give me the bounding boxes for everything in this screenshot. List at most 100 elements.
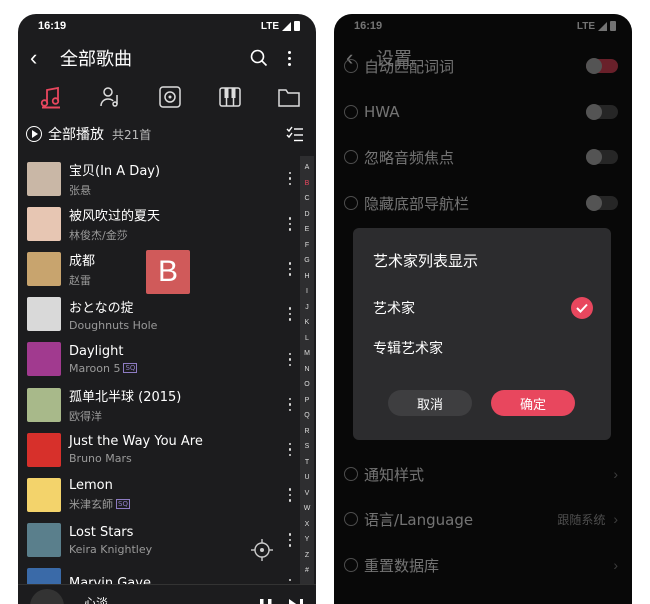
song-artist: 林俊杰/金莎 <box>69 228 128 242</box>
index-letter[interactable]: Z <box>305 548 309 564</box>
index-letter[interactable]: S <box>305 439 310 455</box>
more-vert-icon <box>288 352 292 367</box>
cancel-button[interactable]: 取消 <box>388 390 472 416</box>
song-artist: 张悬 <box>69 183 91 197</box>
index-letter[interactable]: Q <box>304 408 309 424</box>
mini-player[interactable]: 心淡 <box>18 584 316 604</box>
index-letter[interactable]: K <box>305 315 310 331</box>
section-letter-popup: B <box>146 250 190 294</box>
song-more-button[interactable] <box>282 488 298 502</box>
tab-artists[interactable] <box>98 84 124 110</box>
song-artist: 赵雷 <box>69 273 91 287</box>
index-letter[interactable]: # <box>305 563 309 579</box>
search-button[interactable] <box>244 49 274 67</box>
piano-icon <box>218 87 241 107</box>
album-cover <box>27 432 61 467</box>
song-title: おとなの掟 <box>69 300 134 316</box>
index-letter[interactable]: F <box>305 238 309 254</box>
mini-player-title: 心淡 <box>84 596 109 604</box>
album-cover <box>27 477 61 512</box>
index-letter[interactable]: E <box>305 222 310 238</box>
album-cover <box>27 342 61 377</box>
search-icon <box>250 49 268 67</box>
network-label: LTE <box>260 20 279 32</box>
tab-folders[interactable] <box>276 84 302 110</box>
song-more-button[interactable] <box>282 533 298 547</box>
play-all-bar[interactable]: 全部播放 共21首 <box>18 120 316 148</box>
song-more-button[interactable] <box>282 397 298 412</box>
song-title: Daylight <box>69 343 124 359</box>
song-row[interactable]: 孤单北半球 (2015) 欧得洋 <box>18 382 300 427</box>
index-letter[interactable]: W <box>304 501 311 517</box>
next-icon[interactable] <box>288 597 304 604</box>
song-more-button[interactable] <box>282 217 298 231</box>
index-letter[interactable]: X <box>305 517 310 533</box>
song-more-button[interactable] <box>282 262 298 276</box>
song-title: 孤单北半球 (2015) <box>69 389 182 405</box>
artist-icon <box>99 87 118 107</box>
song-title: 被风吹过的夏天 <box>69 208 161 224</box>
index-letter[interactable]: U <box>304 470 309 486</box>
album-cover <box>27 387 61 422</box>
overflow-menu-button[interactable] <box>274 50 304 66</box>
option-artist[interactable]: 艺术家 <box>373 294 593 322</box>
song-artist: 欧得洋 <box>69 409 102 423</box>
page-title: 全部歌曲 <box>60 49 132 70</box>
index-letter[interactable]: D <box>304 207 309 223</box>
back-icon[interactable]: ‹ <box>30 47 54 69</box>
song-more-button[interactable] <box>282 442 298 457</box>
tab-songs[interactable] <box>38 84 64 110</box>
more-vert-icon <box>288 397 292 412</box>
play-all-label: 全部播放 <box>48 127 104 143</box>
song-row[interactable]: 被风吹过的夏天 林俊杰/金莎 <box>18 201 300 246</box>
more-vert-icon <box>288 262 292 276</box>
index-letter[interactable]: L <box>305 331 309 347</box>
index-letter[interactable]: Y <box>305 532 310 548</box>
pause-icon[interactable] <box>258 597 274 604</box>
tab-albums[interactable] <box>157 84 183 110</box>
option-album-artist[interactable]: 专辑艺术家 <box>373 334 593 362</box>
song-more-button[interactable] <box>282 171 298 186</box>
index-letter[interactable]: A <box>305 160 310 176</box>
song-artist: 米津玄師 <box>69 497 113 511</box>
index-letter[interactable]: V <box>305 486 310 502</box>
status-bar: 16:19 LTE <box>18 14 316 38</box>
song-row[interactable]: Daylight Maroon 5 SQ <box>18 337 300 382</box>
mini-player-cover <box>30 588 64 604</box>
index-letter[interactable]: B <box>305 176 310 192</box>
song-row[interactable]: おとなの掟 Doughnuts Hole <box>18 292 300 337</box>
song-list-screen: 16:19 LTE ‹ 全部歌曲 全部播放 共21首 宝贝(In A Day) … <box>18 14 316 604</box>
song-row[interactable]: 宝贝(In A Day) 张悬 <box>18 156 300 201</box>
album-cover <box>27 297 61 332</box>
song-more-button[interactable] <box>282 352 298 367</box>
index-letter[interactable]: N <box>304 362 309 378</box>
index-letter[interactable]: P <box>305 393 310 409</box>
play-circle-icon <box>26 126 42 142</box>
album-cover <box>27 206 61 241</box>
tab-genres[interactable] <box>217 84 243 110</box>
index-letter[interactable]: R <box>304 424 309 440</box>
locate-current-song-icon[interactable] <box>250 538 276 564</box>
song-row[interactable]: Lemon 米津玄師 SQ <box>18 472 300 517</box>
multi-select-icon[interactable] <box>286 126 304 142</box>
album-cover <box>27 161 61 196</box>
index-letter[interactable]: H <box>304 269 309 285</box>
song-title: Lemon <box>69 477 113 493</box>
sq-badge: SQ <box>123 363 138 374</box>
more-vert-icon <box>288 307 292 321</box>
song-count: 共21首 <box>112 127 152 142</box>
index-letter[interactable]: C <box>304 191 309 207</box>
index-letter[interactable]: I <box>306 284 308 300</box>
index-letter[interactable]: M <box>304 346 310 362</box>
index-letter[interactable]: O <box>304 377 309 393</box>
index-letter[interactable]: J <box>305 300 309 316</box>
index-letter[interactable]: T <box>305 455 309 471</box>
song-list: 宝贝(In A Day) 张悬 被风吹过的夏天 林俊杰/金莎 成都 赵雷 おとなの掟 Doug… <box>18 156 300 604</box>
index-letter[interactable]: G <box>304 253 309 269</box>
alphabet-index[interactable]: A B C D E F G H I J K L M N O P Q R S T U V W X Y Z # <box>300 156 314 586</box>
song-row[interactable]: Just the Way You Are Bruno Mars <box>18 427 300 472</box>
song-more-button[interactable] <box>282 307 298 321</box>
confirm-button[interactable]: 确定 <box>491 390 575 416</box>
more-vert-icon <box>288 217 292 231</box>
album-cover <box>27 523 61 558</box>
